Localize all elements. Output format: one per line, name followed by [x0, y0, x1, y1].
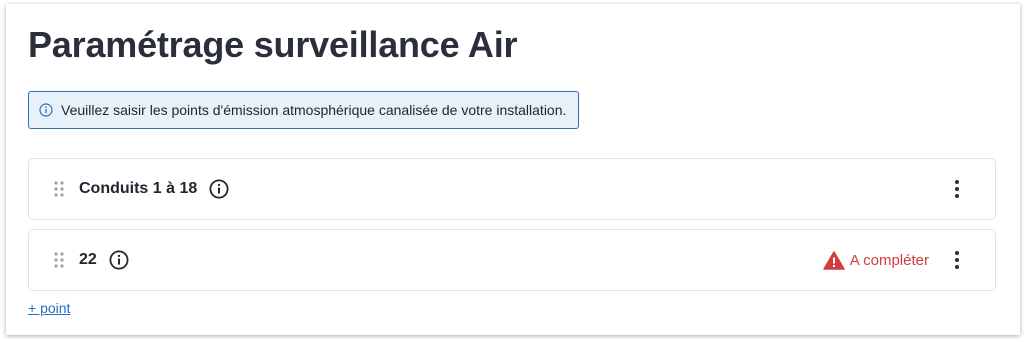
point-label: Conduits 1 à 18: [79, 180, 198, 197]
point-label: 22: [79, 251, 97, 268]
point-row[interactable]: 22 A compléter: [28, 229, 996, 291]
point-row[interactable]: Conduits 1 à 18: [28, 158, 996, 220]
status-badge: A compléter: [823, 250, 929, 270]
info-circle-icon[interactable]: [209, 179, 229, 199]
more-options-icon[interactable]: [947, 175, 967, 203]
more-options-icon[interactable]: [947, 246, 967, 274]
warning-icon: [823, 250, 845, 270]
drag-handle-icon[interactable]: [54, 181, 64, 197]
page-title: Paramétrage surveillance Air: [28, 24, 518, 65]
info-alert: Veuillez saisir les points d'émission at…: [28, 91, 580, 129]
status-text: A compléter: [849, 251, 929, 269]
settings-card: Paramétrage surveillance Air Veuillez sa…: [6, 4, 1020, 335]
add-point-link[interactable]: + point: [28, 300, 70, 316]
drag-handle-icon[interactable]: [54, 252, 64, 268]
info-circle-icon[interactable]: [109, 250, 129, 270]
info-circle-icon: [39, 103, 53, 117]
info-alert-text: Veuillez saisir les points d'émission at…: [61, 102, 567, 118]
